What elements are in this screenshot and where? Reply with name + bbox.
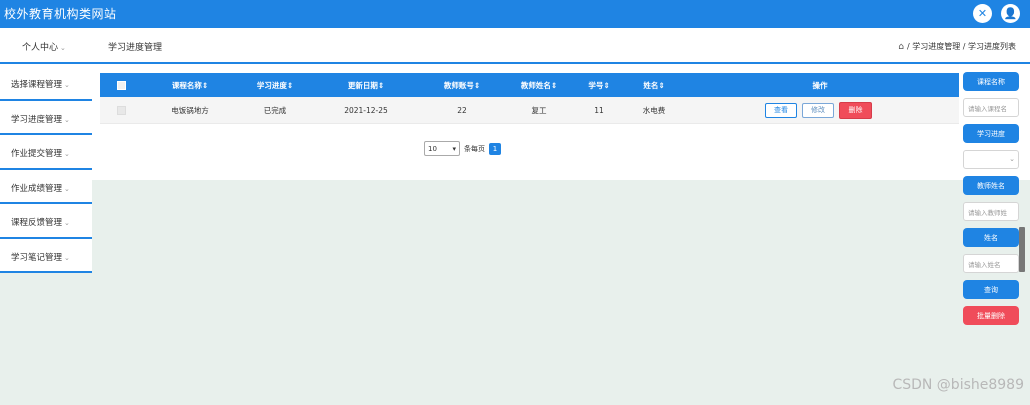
page-size-value: 10 bbox=[428, 144, 437, 153]
select-all-checkbox[interactable] bbox=[112, 73, 130, 97]
expand-icon[interactable]: ✕ bbox=[973, 4, 992, 23]
column-header: 操作 bbox=[812, 80, 828, 90]
cell-course: 电饭锅地方 bbox=[171, 105, 209, 115]
sidebar-item-label: 学习笔记管理 bbox=[11, 252, 63, 263]
cell-student-no: 11 bbox=[594, 105, 604, 115]
checkbox-icon bbox=[116, 105, 126, 115]
cell-actions: 查看 修改 删除 bbox=[765, 97, 895, 123]
filter-panel: 课程名称 请输入课程名 学习进度 ⌄ 教师姓名 请输入教师姓 姓名 请输入姓名 … bbox=[963, 72, 1019, 332]
chevron-down-icon: ⌄ bbox=[64, 115, 70, 124]
view-button[interactable]: 查看 bbox=[765, 102, 797, 118]
content-background bbox=[0, 180, 1030, 405]
column-header[interactable]: 教师账号 ⇕ bbox=[427, 73, 497, 97]
cell-name: 水电费 bbox=[642, 105, 666, 115]
column-header[interactable]: 更新日期 ⇕ bbox=[326, 73, 406, 97]
sidebar-item-homework-score[interactable]: 作业成绩管理 ⌄ bbox=[0, 169, 92, 204]
sidebar-item-label: 作业提交管理 bbox=[11, 149, 63, 159]
column-header[interactable]: 学习进度 ⇕ bbox=[240, 73, 310, 97]
chevron-down-icon: ⌄ bbox=[64, 219, 70, 227]
cell-date: 2021-12-25 bbox=[344, 105, 388, 115]
personal-center-menu[interactable]: 个人中心 ⌄ bbox=[22, 40, 66, 53]
progress-select[interactable]: ⌄ bbox=[963, 150, 1019, 169]
top-bar: 校外教育机构类网站 ✕ 👤 bbox=[0, 0, 1030, 28]
column-header[interactable]: 学号 ⇕ bbox=[578, 73, 620, 97]
progress-table: 课程名称 ⇕ 学习进度 ⇕ 更新日期 ⇕ 教师账号 ⇕ 教师姓名 ⇕ 学号 ⇕ 姓名 ⇕ 操作… bbox=[100, 73, 959, 124]
sub-header: 个人中心 ⌄ 学习进度管理 ⌂ / 学习进度管理 / 学习进度列表 bbox=[0, 28, 1030, 64]
chevron-down-icon: ⌄ bbox=[1009, 155, 1015, 163]
home-icon[interactable]: ⌂ bbox=[898, 42, 904, 52]
checkbox-icon bbox=[116, 80, 126, 90]
watermark: CSDN @bishe8989 bbox=[892, 377, 1024, 393]
table-header: 课程名称 ⇕ 学习进度 ⇕ 更新日期 ⇕ 教师账号 ⇕ 教师姓名 ⇕ 学号 ⇕ 姓名 ⇕ 操作 bbox=[100, 73, 959, 97]
app-title: 校外教育机构类网站 bbox=[4, 7, 117, 21]
chevron-down-icon: ⌄ bbox=[64, 253, 70, 262]
pagination: 10 ▾ 条每页 1 bbox=[424, 141, 501, 156]
sidebar-item-label: 作业成绩管理 bbox=[11, 183, 63, 194]
chevron-down-icon: ⌄ bbox=[60, 44, 66, 52]
chevron-down-icon: ▾ bbox=[452, 144, 456, 153]
progress-label: 学习进度 bbox=[963, 124, 1019, 143]
page-title: 学习进度管理 bbox=[108, 43, 163, 53]
sidebar-item-label: 选择课程管理 bbox=[11, 80, 63, 90]
page-size-select[interactable]: 10 ▾ bbox=[424, 141, 460, 156]
column-header[interactable]: 教师姓名 ⇕ bbox=[504, 73, 574, 97]
course-name-label: 课程名称 bbox=[963, 72, 1019, 91]
sidebar-item-progress[interactable]: 学习进度管理 ⌄ bbox=[0, 100, 92, 135]
cell-teacher-name: 复工 bbox=[531, 105, 547, 115]
batch-delete-button[interactable]: 批量删除 bbox=[963, 306, 1019, 325]
sidebar-item-homework-submit[interactable]: 作业提交管理 ⌄ bbox=[0, 135, 92, 170]
cell-teacher-account: 22 bbox=[457, 105, 467, 115]
sidebar-item-notes[interactable]: 学习笔记管理 ⌄ bbox=[0, 238, 92, 273]
delete-button[interactable]: 删除 bbox=[839, 101, 872, 119]
breadcrumb: ⌂ / 学习进度管理 / 学习进度列表 bbox=[898, 41, 1016, 52]
sidebar-item-feedback[interactable]: 课程反馈管理 ⌄ bbox=[0, 204, 92, 239]
page-button[interactable]: 1 bbox=[489, 142, 501, 155]
breadcrumb-path: / 学习进度管理 / 学习进度列表 bbox=[906, 42, 1016, 51]
sidebar-item-select-course[interactable]: 选择课程管理 ⌄ bbox=[0, 66, 92, 101]
sidebar-item-label: 学习进度管理 bbox=[11, 114, 63, 125]
scrollbar[interactable] bbox=[1019, 227, 1025, 272]
name-label: 姓名 bbox=[963, 228, 1019, 247]
sidebar-item-label: 课程反馈管理 bbox=[11, 218, 63, 228]
teacher-name-label: 教师姓名 bbox=[963, 176, 1019, 195]
cell-progress: 已完成 bbox=[263, 105, 287, 115]
table-row: 电饭锅地方 已完成 2021-12-25 22 复工 11 水电费 查看 修改 … bbox=[100, 97, 959, 124]
search-button[interactable]: 查询 bbox=[963, 280, 1019, 299]
user-icon[interactable]: 👤 bbox=[1001, 4, 1020, 23]
column-header[interactable]: 课程名称 ⇕ bbox=[155, 73, 225, 97]
name-input[interactable]: 请输入姓名 bbox=[963, 254, 1019, 273]
chevron-down-icon: ⌄ bbox=[64, 150, 70, 158]
column-header[interactable]: 姓名 ⇕ bbox=[630, 73, 678, 97]
course-name-input[interactable]: 请输入课程名 bbox=[963, 98, 1019, 117]
teacher-name-input[interactable]: 请输入教师姓 bbox=[963, 202, 1019, 221]
row-checkbox[interactable] bbox=[112, 97, 130, 123]
personal-center-label: 个人中心 bbox=[22, 43, 59, 53]
sidebar: 选择课程管理 ⌄ 学习进度管理 ⌄ 作业提交管理 ⌄ 作业成绩管理 ⌄ 课程反馈管理 ⌄ … bbox=[0, 66, 92, 273]
per-page-label: 条每页 bbox=[464, 144, 485, 153]
chevron-down-icon: ⌄ bbox=[64, 184, 70, 193]
chevron-down-icon: ⌄ bbox=[64, 81, 70, 89]
edit-button[interactable]: 修改 bbox=[802, 102, 834, 118]
